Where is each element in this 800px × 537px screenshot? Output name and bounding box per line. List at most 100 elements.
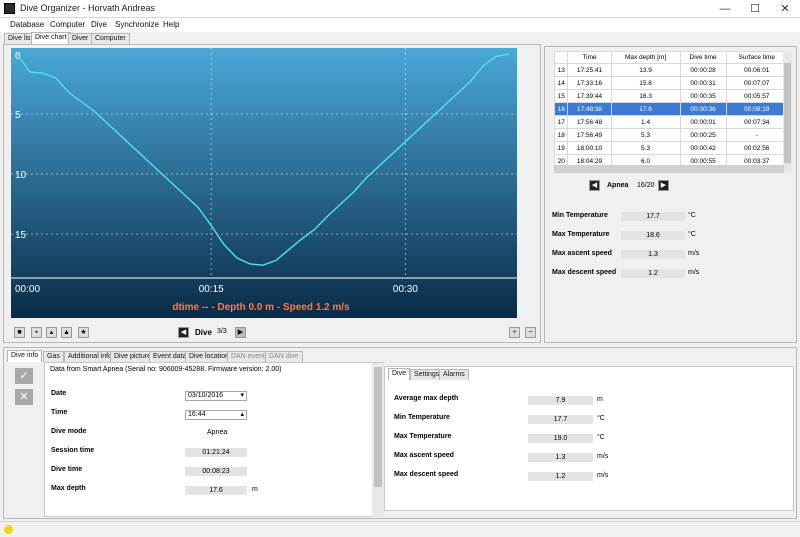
stat-unit: °C [597, 415, 605, 422]
tab-dan-event[interactable]: DAN event [227, 351, 269, 362]
table-cell: 13 [553, 63, 569, 77]
time-field[interactable]: 16:44 ▴ [185, 410, 247, 420]
tab-alarms[interactable]: Alarms [439, 369, 469, 380]
stat-label: Max descent speed [552, 269, 617, 276]
chart-panel: 0 5 10 15 00:00 00:15 00:30 dtime -- - Depth … [3, 44, 541, 343]
time-value: 16:44 [188, 411, 206, 418]
mountain-icon[interactable]: ▲ [61, 327, 72, 338]
spinner-icon[interactable]: ▴ [240, 411, 244, 419]
menu-bar: Database Computer Dive Synchronize Help [0, 18, 800, 32]
column-header[interactable]: Dive time [679, 51, 727, 64]
max-depth-unit: m [252, 486, 258, 493]
flag-icon[interactable]: ■ [14, 327, 25, 338]
table-row[interactable]: 19 18:00:10 5.3 00:00:42 00:02:56 [553, 141, 789, 155]
column-header[interactable] [553, 51, 569, 64]
tab-dive-location[interactable]: Dive location [185, 351, 234, 362]
table-cell: 00:05:57 [725, 89, 789, 103]
column-header[interactable]: Surface time [725, 51, 789, 64]
star-icon[interactable]: ★ [78, 327, 89, 338]
source-text: Data from Smart Apnea (Serial no: 906009… [50, 366, 282, 373]
table-cell: 15 [553, 89, 569, 103]
table-cell: 17:56:49 [567, 128, 612, 142]
dive-details-panel: Dive info Gas Additional info Dive pictu… [3, 347, 797, 519]
dive-time-label: Dive time [51, 466, 83, 473]
table-cell: 00:00:42 [679, 141, 727, 155]
table-scrollbar[interactable] [783, 51, 792, 173]
tab-diver[interactable]: Diver [68, 33, 93, 44]
stat-value: 1.3 [621, 250, 685, 259]
table-cell: 00:06:01 [725, 63, 789, 77]
stat-value: 17.7 [621, 212, 685, 221]
info-scrollbar[interactable] [372, 363, 384, 517]
stat-unit: m/s [688, 250, 700, 257]
stat-value: 7.9 [528, 396, 593, 405]
menu-dive[interactable]: Dive [91, 20, 107, 29]
next-apnea-button[interactable]: ▶ [658, 180, 669, 191]
column-header[interactable]: Time [567, 51, 612, 64]
stat-value: 19.0 [528, 434, 593, 443]
table-row[interactable]: 18 17:56:49 5.3 00:00:25- [553, 128, 789, 142]
zoom-in-button[interactable]: + [509, 327, 520, 338]
table-body: 13 17:25:41 13.9 00:00:28 00:06:01 14 17:33:16… [553, 63, 789, 168]
prev-dive-button[interactable]: ◀ [178, 327, 189, 338]
tab-computer[interactable]: Computer [91, 33, 130, 44]
table-cell: 1.4 [610, 115, 681, 129]
tab-additional-info[interactable]: Additional info [64, 351, 116, 362]
tab-dive-chart[interactable]: Dive chart [31, 32, 71, 44]
stat-label: Max ascent speed [552, 250, 612, 257]
scrollbar-thumb[interactable] [784, 63, 791, 163]
session-time-value: 01:21:24 [185, 448, 247, 457]
tab-dive-info[interactable]: Dive info [7, 350, 43, 362]
temp-icon[interactable]: ▴ [46, 327, 57, 338]
confirm-icon[interactable]: ✓ [15, 368, 33, 384]
max-depth-value: 17.6 [185, 486, 247, 495]
chart-caption: dtime -- - Depth 0.0 m - Speed 1.2 m/s [172, 302, 350, 313]
apnea-page: 16/20 [637, 182, 655, 189]
title-bar: Dive Organizer - Horvath Andreas — ☐ ✕ [0, 0, 800, 18]
date-label: Date [51, 390, 67, 397]
calendar-icon[interactable]: ▾ [240, 392, 244, 400]
table-cell: 17:48:38 [567, 102, 612, 116]
zoom-out-button[interactable]: − [525, 327, 536, 338]
table-cell: 00:00:31 [679, 76, 727, 90]
table-row[interactable]: 16 17:48:38 17.6 00:00:36 00:08:19 [553, 102, 789, 116]
minimize-button[interactable]: — [710, 0, 740, 18]
stat-unit: m/s [688, 269, 700, 276]
table-cell: 5.3 [610, 128, 681, 142]
tab-gas[interactable]: Gas [43, 351, 64, 362]
window-title: Dive Organizer - Horvath Andreas [20, 3, 156, 13]
dive-stats-panel: Dive Settings Alarms Average max depth 7… [384, 366, 794, 511]
menu-synchronize[interactable]: Synchronize [115, 20, 159, 29]
horizontal-scrollbar[interactable] [554, 165, 784, 173]
next-dive-button[interactable]: ▶ [235, 327, 246, 338]
close-button[interactable]: ✕ [770, 0, 800, 18]
table-row[interactable]: 14 17:33:16 15.8 00:00:31 00:07:07 [553, 76, 789, 90]
table-row[interactable]: 13 17:25:41 13.9 00:00:28 00:06:01 [553, 63, 789, 77]
table-cell: 00:07:07 [725, 76, 789, 90]
column-header[interactable]: Max depth [m] [610, 51, 681, 64]
tab-dive[interactable]: Dive [388, 368, 411, 380]
dive-label: Dive [195, 328, 212, 337]
menu-help[interactable]: Help [163, 20, 179, 29]
table-cell: 17 [553, 115, 569, 129]
table-row[interactable]: 15 17:39:44 16.3 00:00:35 00:05:57 [553, 89, 789, 103]
session-time-label: Session time [51, 447, 95, 454]
tab-dan-dive[interactable]: DAN dive [265, 351, 303, 362]
table-cell: 17:25:41 [567, 63, 612, 77]
table-cell: 17:56:48 [567, 115, 612, 129]
menu-database[interactable]: Database [10, 20, 44, 29]
marker-icon[interactable]: ▪ [31, 327, 42, 338]
stat-label: Average max depth [394, 395, 459, 402]
menu-computer[interactable]: Computer [50, 20, 85, 29]
date-field[interactable]: 03/10/2016 ▾ [185, 391, 247, 401]
table-cell: 5.3 [610, 141, 681, 155]
table-row[interactable]: 17 17:56:48 1.4 00:00:01 00:07:34 [553, 115, 789, 129]
table-cell: 17.6 [610, 102, 681, 116]
info-scrollbar-thumb[interactable] [374, 367, 382, 487]
cancel-icon[interactable]: ✕ [15, 389, 33, 405]
x-tick-label: 00:15 [199, 284, 224, 295]
table-cell: 00:00:25 [679, 128, 727, 142]
prev-apnea-button[interactable]: ◀ [589, 180, 600, 191]
dive-table: Time Max depth [m] Dive time Surface time 1… [553, 51, 789, 168]
maximize-button[interactable]: ☐ [740, 0, 770, 18]
